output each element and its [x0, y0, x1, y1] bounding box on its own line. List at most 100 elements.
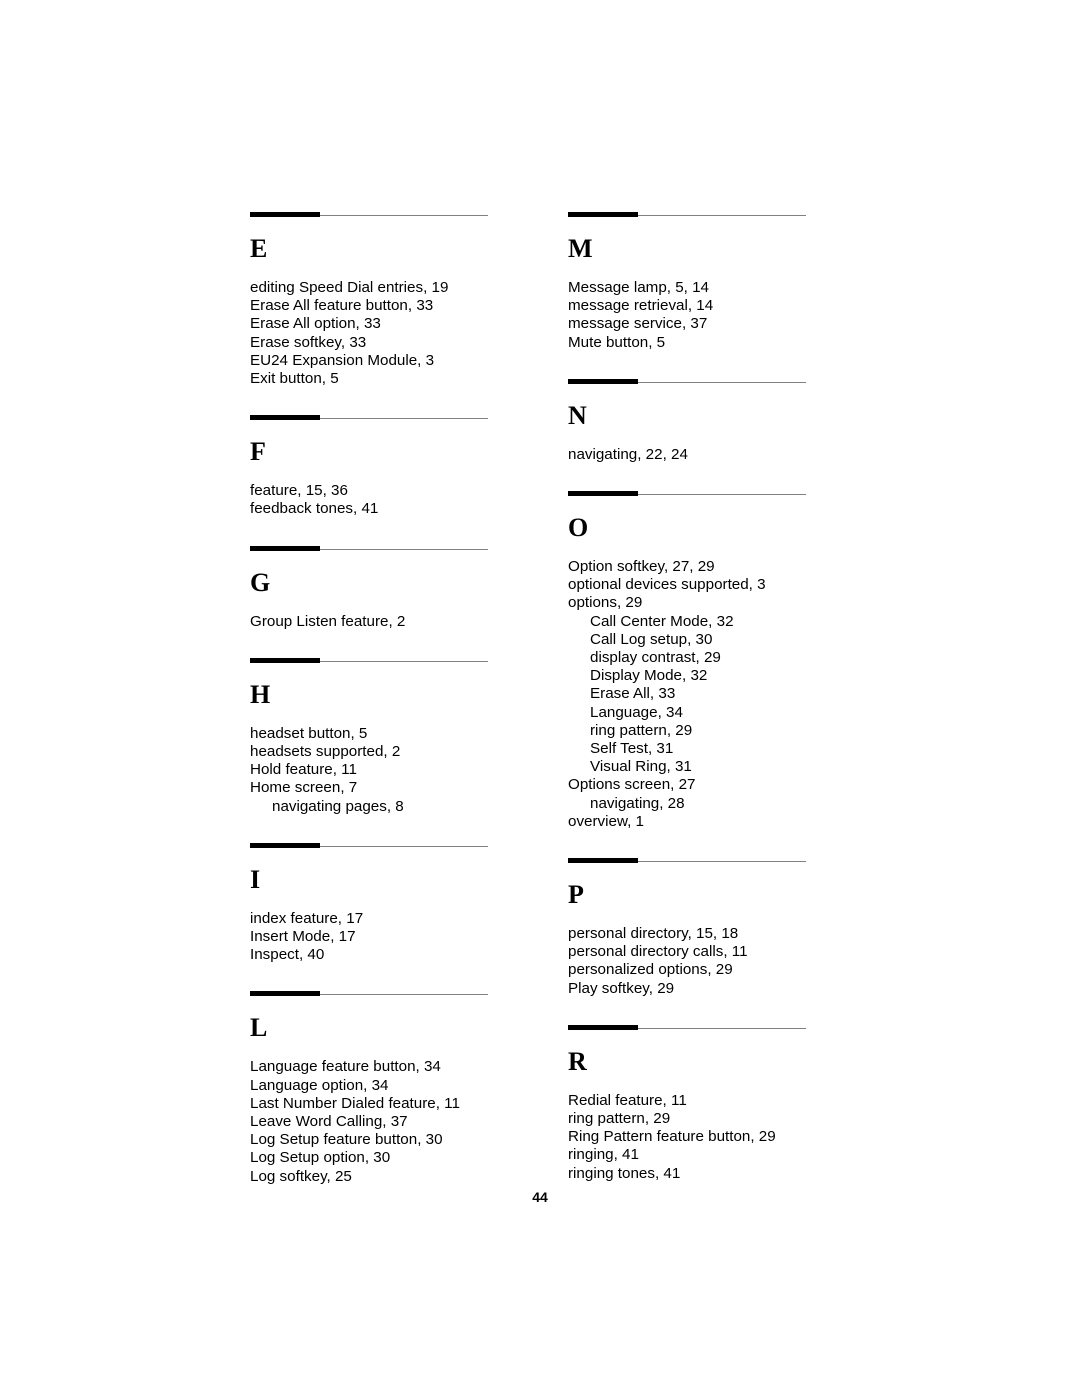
divider-stub [250, 991, 320, 997]
index-entry-list: personal directory, 15, 18 personal direc… [568, 925, 806, 998]
index-entry: Language option, 34 [250, 1076, 389, 1094]
index-entry: Last Number Dialed feature, 11 [250, 1094, 460, 1112]
index-columns: Eediting Speed Dial entries, 19 Erase All… [250, 212, 806, 1213]
index-entry: ringing tones, 41 [568, 1164, 681, 1182]
section-divider [568, 491, 806, 497]
index-section-r: R Redial feature, 11 ring pattern, 29 Ring … [568, 1024, 806, 1210]
index-entry: overview, 1 [568, 812, 644, 830]
index-entry: optional devices supported, 3 [568, 576, 766, 594]
section-letter: E [250, 234, 268, 263]
index-section-h: Hheadset button, 5 headsets supported, 2H… [250, 657, 528, 843]
index-entry-list: Redial feature, 11 ring pattern, 29 Ring P… [568, 1092, 806, 1183]
index-entry: Log Setup option, 30 [250, 1149, 391, 1167]
section-divider [568, 212, 806, 217]
divider-stub [250, 657, 320, 663]
section-divider [250, 657, 488, 663]
index-subentry: Self Test, 31 [590, 740, 674, 758]
index-entry: Options screen, 27 [568, 776, 696, 794]
index-entry: Erase All feature button, 33 [250, 297, 434, 315]
index-entry-list: navigating, 22, 24 [568, 446, 806, 464]
index-section-m: M Message lamp, 5, 14 message retrieval, 1… [568, 212, 806, 379]
index-entry: Group Listen feature, 2 [250, 612, 406, 630]
index-entry-list: index feature, 17 Insert Mode, 17 Inspect,… [250, 910, 528, 965]
index-entry: index feature, 17 [250, 909, 364, 927]
section-letter: L [250, 1013, 268, 1043]
divider-stub [568, 378, 638, 384]
section-letter: G [250, 567, 271, 597]
index-entry: headsets supported, 2 [250, 743, 401, 761]
section-divider [250, 842, 488, 848]
index-entry: Log Setup feature button, 30 [250, 1131, 443, 1149]
section-divider [250, 991, 488, 997]
index-entry: personalized options, 29 [568, 961, 733, 979]
index-subentry: navigating pages, 8 [272, 797, 404, 815]
divider-stub [250, 842, 320, 848]
index-subentry: ring pattern, 29 [590, 721, 693, 739]
section-divider [250, 212, 488, 217]
divider-stub [250, 212, 320, 217]
index-entry: personal directory, 15, 18 [568, 925, 739, 943]
index-section-p: Ppersonal directory, 15, 18 personal dire… [568, 858, 806, 1025]
index-section-l: L Language feature button, 34 Language opt… [250, 991, 528, 1212]
index-entry: Erase softkey, 33 [250, 333, 367, 351]
index-entry: message retrieval, 14 [568, 297, 714, 315]
section-letter: O [568, 513, 589, 543]
index-entry: Inspect, 40 [250, 946, 325, 964]
index-entry: Redial feature, 11 [568, 1091, 687, 1109]
index-entry: Message lamp, 5, 14 [568, 279, 709, 296]
index-entry: editing Speed Dial entries, 19 [250, 279, 449, 296]
divider-stub [568, 1024, 638, 1030]
section-letter: I [250, 864, 261, 894]
index-entry: navigating, 22, 24 [568, 445, 688, 463]
index-entry: EU24 Expansion Module, 3 [250, 351, 435, 369]
divider-stub [568, 491, 638, 497]
index-entry: Language feature button, 34 [250, 1058, 441, 1076]
index-subentry: Call Center Mode, 32 [590, 612, 734, 630]
index-entry: feature, 15, 36 [250, 482, 348, 500]
index-entry: options, 29 [568, 594, 643, 612]
divider-stub [250, 545, 320, 551]
index-entry: Exit button, 5 [250, 370, 339, 388]
index-subentry: display contrast, 29 [590, 649, 721, 667]
index-subentry: Language, 34 [590, 703, 683, 721]
section-letter: H [250, 679, 271, 709]
section-letter: R [568, 1046, 587, 1076]
page-number: 44 [532, 1189, 548, 1205]
index-subentry: navigating, 28 [590, 794, 685, 812]
index-entry-list: Group Listen feature, 2 [250, 613, 528, 631]
index-section-i: Iindex feature, 17 Insert Mode, 17 Inspect… [250, 842, 528, 992]
divider-stub [568, 858, 638, 864]
section-letter: F [250, 437, 266, 467]
index-entry: headset button, 5 [250, 724, 368, 742]
index-entry: Home screen, 7 [250, 779, 358, 797]
index-entry-list: headset button, 5 headsets supported, 2 Ho… [250, 725, 528, 816]
index-entry: Play softkey, 29 [568, 979, 675, 997]
index-entry: Ring Pattern feature button, 29 [568, 1128, 776, 1146]
index-subentry: Erase All, 33 [590, 685, 676, 703]
index-entry: personal directory calls, 11 [568, 943, 748, 961]
index-entry: feedback tones, 41 [250, 500, 379, 518]
section-letter: P [568, 880, 584, 910]
index-entry: Hold feature, 11 [250, 761, 357, 779]
index-section-g: G Group Listen feature, 2 [250, 545, 528, 658]
section-divider [568, 378, 806, 384]
index-entry: Insert Mode, 17 [250, 928, 356, 946]
section-divider [250, 545, 488, 551]
left-column: Eediting Speed Dial entries, 19 Erase All… [250, 212, 528, 1213]
index-section-f: Ffeature, 15, 36 feedback tones, 41 [250, 415, 528, 545]
divider-stub [250, 415, 320, 421]
index-entry: ringing, 41 [568, 1146, 639, 1164]
index-entry-list: feature, 15, 36 feedback tones, 41 [250, 482, 528, 518]
index-entry: message service, 37 [568, 315, 708, 333]
index-entry-list: Language feature button, 34 Language opti… [250, 1058, 528, 1185]
right-column: M Message lamp, 5, 14 message retrieval, 1… [528, 212, 806, 1213]
index-section-e: Eediting Speed Dial entries, 19 Erase All… [250, 212, 528, 415]
index-entry-list: Message lamp, 5, 14 message retrieval, 14… [568, 279, 806, 352]
